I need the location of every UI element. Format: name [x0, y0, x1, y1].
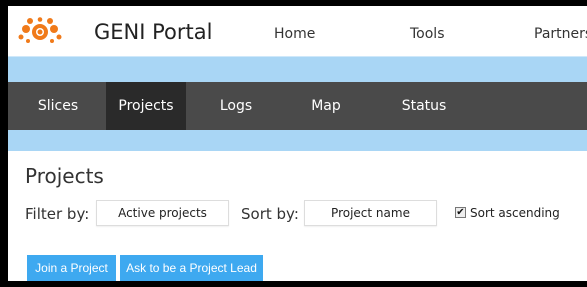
filter-select[interactable]: Active projects	[96, 200, 229, 226]
nav-tools-link[interactable]: Tools	[410, 26, 445, 42]
sort-ascending-label[interactable]: Sort ascending	[470, 206, 560, 220]
sort-ascending-checkbox[interactable]: ✔	[455, 207, 466, 218]
sort-label: Sort by:	[241, 205, 299, 223]
filter-label: Filter by:	[25, 205, 90, 223]
top-band	[8, 56, 587, 82]
tab-projects[interactable]: Projects	[106, 82, 186, 130]
tab-status[interactable]: Status	[386, 82, 462, 130]
tab-slices[interactable]: Slices	[26, 82, 90, 130]
request-project-lead-button[interactable]: Ask to be a Project Lead	[120, 255, 263, 281]
main-tab-bar: Slices Projects Logs Map Status	[8, 82, 587, 130]
join-project-button[interactable]: Join a Project	[27, 255, 116, 281]
tab-logs[interactable]: Logs	[206, 82, 266, 130]
sort-select[interactable]: Project name	[304, 200, 437, 226]
nav-home-link[interactable]: Home	[274, 26, 315, 42]
site-title[interactable]: GENI Portal	[94, 20, 212, 44]
nav-partners-link[interactable]: Partners	[534, 26, 587, 42]
sub-band	[8, 130, 587, 151]
page-title: Projects	[25, 164, 104, 188]
tab-map[interactable]: Map	[298, 82, 354, 130]
portal-window: GENI Portal Home Tools Partners Slices P…	[8, 6, 587, 281]
site-header: GENI Portal Home Tools Partners	[8, 6, 587, 56]
geni-logo[interactable]	[18, 17, 62, 47]
